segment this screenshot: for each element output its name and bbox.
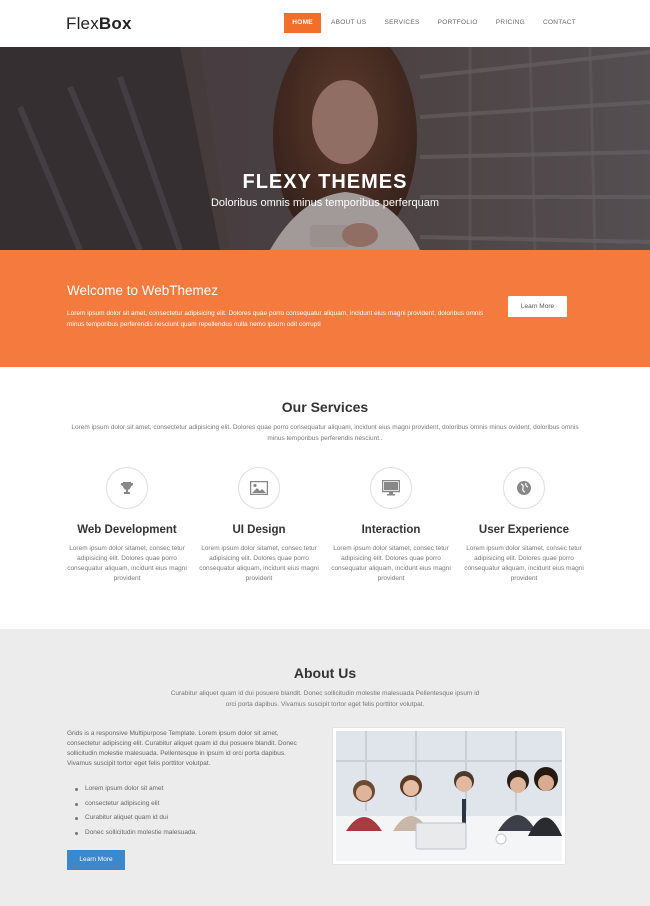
hero-title: FLEXY THEMES — [242, 171, 408, 193]
logo-light: Flex — [66, 13, 99, 33]
site-header: FlexBox HOME ABOUT US SERVICES PORTFOLIO… — [0, 0, 650, 47]
trophy-icon — [106, 467, 148, 509]
welcome-learn-more-button[interactable]: Learn More — [508, 296, 567, 317]
about-learn-more-button[interactable]: Learn More — [67, 850, 125, 870]
service-item-user-experience: User Experience Lorem ipsum dolor sitame… — [458, 467, 590, 584]
service-item-web-development: Web Development Lorem ipsum dolor sitame… — [61, 467, 193, 584]
services-section: Our Services Lorem ipsum dolor sit amet,… — [0, 367, 650, 629]
nav-contact[interactable]: CONTACT — [535, 13, 584, 33]
nav-home[interactable]: HOME — [284, 13, 321, 33]
service-text: Lorem ipsum dolor sitamet, consec tetur … — [67, 545, 187, 582]
welcome-band: Welcome to WebThemez Lorem ipsum dolor s… — [0, 250, 650, 367]
nav-portfolio[interactable]: PORTFOLIO — [430, 13, 486, 33]
main-nav: HOME ABOUT US SERVICES PORTFOLIO PRICING… — [282, 13, 584, 33]
team-meeting-photo — [333, 728, 565, 864]
welcome-text: Lorem ipsum dolor sit amet, consectetur … — [67, 310, 484, 328]
nav-about[interactable]: ABOUT US — [323, 13, 375, 33]
service-item-ui-design: UI Design Lorem ipsum dolor sitamet, con… — [193, 467, 325, 584]
list-item: consectetur adipiscing elit — [75, 797, 197, 812]
list-item: Donec sollicitudin molestie malesuada. — [75, 826, 197, 841]
nav-services[interactable]: SERVICES — [376, 13, 427, 33]
services-desc: Lorem ipsum dolor sit amet, consectetur … — [71, 424, 579, 442]
service-text: Lorem ipsum dolor sitamet, consec tetur … — [199, 545, 319, 582]
service-item-interaction: Interaction Lorem ipsum dolor sitamet, c… — [325, 467, 457, 584]
service-title: User Experience — [478, 524, 570, 536]
nav-pricing[interactable]: PRICING — [488, 13, 533, 33]
about-section: About Us Curabitur aliquet quam id dui p… — [0, 629, 650, 906]
about-body: Grids is a responsive Multipurpose Templ… — [67, 730, 297, 767]
hero-banner: FLEXY THEMES Doloribus omnis minus tempo… — [0, 47, 650, 250]
monitor-icon — [370, 467, 412, 509]
welcome-title: Welcome to WebThemez — [67, 283, 219, 298]
services-title: Our Services — [281, 399, 369, 415]
globe-icon — [503, 467, 545, 509]
service-title: UI Design — [232, 524, 286, 536]
service-title: Web Development — [77, 524, 177, 536]
list-item: Lorem ipsum dolor sit amet — [75, 782, 197, 797]
hero-subtitle: Doloribus omnis minus temporibus perferq… — [210, 197, 440, 209]
about-title: About Us — [293, 665, 357, 681]
service-title: Interaction — [361, 524, 421, 536]
service-text: Lorem ipsum dolor sitamet, consec tetur … — [331, 545, 451, 582]
logo-bold: Box — [98, 13, 132, 33]
about-desc: Curabitur aliquet quam id dui posuere bl… — [170, 690, 480, 708]
logo[interactable]: FlexBox — [66, 14, 132, 34]
about-list: Lorem ipsum dolor sit amet consectetur a… — [75, 782, 197, 840]
hero-overlay — [0, 47, 650, 250]
image-icon — [238, 467, 280, 509]
list-item: Curabitur aliquet quam id dui — [75, 811, 197, 826]
service-text: Lorem ipsum dolor sitamet, consec tetur … — [464, 545, 584, 582]
